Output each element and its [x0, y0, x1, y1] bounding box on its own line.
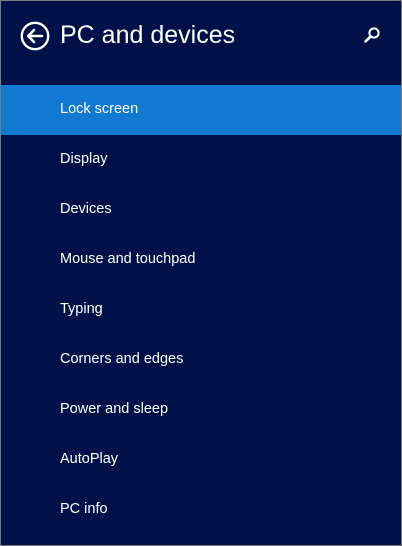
nav-item-corners-and-edges[interactable]: Corners and edges [1, 335, 401, 385]
nav-item-label: Devices [60, 201, 112, 217]
page-title: PC and devices [60, 21, 236, 49]
nav-item-typing[interactable]: Typing [1, 285, 401, 335]
nav-item-label: Display [60, 151, 108, 167]
settings-nav-list: Lock screen Display Devices Mouse and to… [1, 85, 401, 535]
nav-item-autoplay[interactable]: AutoPlay [1, 435, 401, 485]
nav-item-power-and-sleep[interactable]: Power and sleep [1, 385, 401, 435]
nav-item-label: Typing [60, 301, 103, 317]
nav-item-display[interactable]: Display [1, 135, 401, 185]
settings-window: PC and devices Lock screen Display Devic… [0, 0, 402, 546]
nav-item-label: Lock screen [60, 101, 139, 117]
search-button[interactable] [362, 25, 382, 45]
back-arrow-circle-icon [20, 21, 50, 51]
nav-item-mouse-and-touchpad[interactable]: Mouse and touchpad [1, 235, 401, 285]
header: PC and devices [1, 1, 401, 71]
nav-item-label: Power and sleep [60, 401, 169, 417]
search-icon [362, 25, 382, 45]
nav-item-devices[interactable]: Devices [1, 185, 401, 235]
nav-item-label: PC info [60, 501, 108, 517]
nav-item-label: Mouse and touchpad [60, 251, 196, 267]
nav-item-label: Corners and edges [60, 351, 184, 367]
nav-item-label: AutoPlay [60, 451, 119, 467]
back-button[interactable] [20, 21, 50, 51]
nav-item-pc-info[interactable]: PC info [1, 485, 401, 535]
nav-item-lock-screen[interactable]: Lock screen [1, 85, 401, 135]
